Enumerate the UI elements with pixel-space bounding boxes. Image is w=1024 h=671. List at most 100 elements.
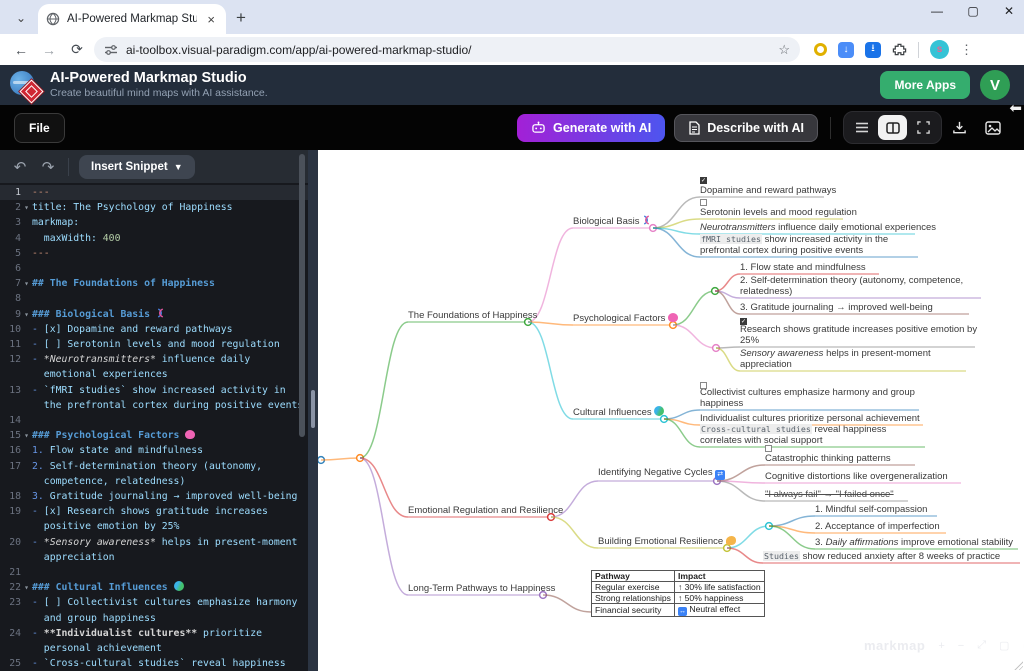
leaf-cognitive-distortions[interactable]: Cognitive distortions like overgeneraliz…: [765, 472, 990, 483]
export-image-button[interactable]: [976, 114, 1010, 142]
editor-line-17[interactable]: 172. Self-determination theory (autonomy…: [0, 459, 308, 489]
frame-icon[interactable]: ▢: [999, 639, 1009, 652]
view-split-button[interactable]: [878, 115, 907, 140]
bookmark-star-icon[interactable]: ☆: [778, 42, 790, 58]
resize-grip[interactable]: [311, 390, 315, 428]
editor-line-24[interactable]: 24- **Individualist cultures** prioritiz…: [0, 626, 308, 656]
leaf-individualist[interactable]: Individualist cultures prioritize person…: [700, 414, 935, 425]
editor-line-21[interactable]: 21: [0, 565, 308, 580]
fold-gutter: [21, 215, 32, 230]
editor-line-2[interactable]: 2▾title: The Psychology of Happiness: [0, 200, 308, 215]
leaf-sensory-awareness[interactable]: Sensory awareness helps in present-momen…: [740, 349, 942, 370]
browser-profile-avatar[interactable]: s: [930, 40, 949, 59]
leaf-studies-anxiety[interactable]: Studies show reduced anxiety after 8 wee…: [763, 551, 1024, 563]
fold-arrow-icon[interactable]: ▾: [21, 200, 32, 215]
back-icon[interactable]: ←: [10, 42, 32, 58]
editor-line-5[interactable]: 5---: [0, 246, 308, 261]
editor-line-10[interactable]: 10- [x] Dopamine and reward pathways: [0, 322, 308, 337]
code-editor[interactable]: 1---2▾title: The Psychology of Happiness…: [0, 183, 308, 671]
leaf-dopamine[interactable]: Dopamine and reward pathways: [700, 186, 900, 197]
leaf-flow-state[interactable]: 1. Flow state and mindfulness: [740, 263, 940, 274]
branch-psychological-factors[interactable]: Psychological Factors: [573, 313, 698, 325]
editor-line-18[interactable]: 183. Gratitude journaling → improved wel…: [0, 489, 308, 504]
branch-biological-basis[interactable]: Biological Basis: [573, 215, 683, 228]
site-settings-icon[interactable]: [104, 43, 118, 57]
leaf-serotonin[interactable]: Serotonin levels and mood regulation: [700, 208, 910, 219]
view-editor-only-button[interactable]: [847, 115, 876, 140]
undo-icon[interactable]: ↶: [10, 158, 30, 176]
leaf-collectivist[interactable]: Collectivist cultures emphasize harmony …: [700, 388, 928, 409]
fold-arrow-icon[interactable]: ▾: [21, 307, 32, 322]
new-tab-button[interactable]: +: [236, 8, 246, 28]
reload-icon[interactable]: ⟳: [66, 41, 88, 58]
extension-ring-icon[interactable]: [814, 43, 827, 56]
tab-close-icon[interactable]: ×: [204, 12, 218, 27]
redo-icon[interactable]: ↷: [38, 158, 58, 176]
url-field[interactable]: ai-toolbox.visual-paradigm.com/app/ai-po…: [94, 37, 800, 62]
extension-download-icon[interactable]: ↓: [838, 42, 854, 58]
editor-line-13[interactable]: 13- `fMRI studies` show increased activi…: [0, 383, 308, 413]
editor-line-3[interactable]: 3markmap:: [0, 215, 308, 230]
leaf-self-compassion[interactable]: 1. Mindful self-compassion: [815, 505, 995, 516]
leaf-gratitude-research[interactable]: Research shows gratitude increases posit…: [740, 325, 978, 346]
browser-tab[interactable]: AI-Powered Markmap Studio ×: [38, 4, 226, 34]
leaf-self-determination[interactable]: 2. Self-determination theory (autonomy, …: [740, 276, 987, 297]
editor-line-19[interactable]: 19- [x] Research shows gratitude increas…: [0, 504, 308, 534]
leaf-daily-affirmations[interactable]: 3. Daily affirmations improve emotional …: [815, 538, 1024, 549]
download-button[interactable]: [942, 114, 976, 142]
window-minimize-button[interactable]: —: [930, 4, 944, 18]
fold-arrow-icon[interactable]: ▾: [21, 276, 32, 291]
branch-negative-cycles[interactable]: Identifying Negative Cycles ⇄: [598, 468, 748, 480]
more-apps-button[interactable]: More Apps: [880, 71, 970, 99]
editor-line-7[interactable]: 7▾## The Foundations of Happiness: [0, 276, 308, 291]
editor-line-6[interactable]: 6: [0, 261, 308, 276]
file-menu-button[interactable]: File: [14, 113, 65, 143]
editor-line-9[interactable]: 9▾### Biological Basis: [0, 307, 308, 322]
editor-line-4[interactable]: 4 maxWidth: 400: [0, 231, 308, 246]
editor-line-22[interactable]: 22▾### Cultural Influences: [0, 580, 308, 595]
window-maximize-button[interactable]: ▢: [966, 4, 980, 18]
view-fullscreen-button[interactable]: [909, 115, 938, 140]
insert-snippet-button[interactable]: Insert Snippet▼: [79, 155, 195, 179]
editor-line-25[interactable]: 25- `Cross-cultural studies` reveal happ…: [0, 656, 308, 671]
generate-with-ai-button[interactable]: Generate with AI: [517, 114, 665, 142]
leaf-fmri[interactable]: fMRI studies show increased activity in …: [700, 234, 926, 256]
mindmap-panel[interactable]: markmap + − ⤢ ▢ ◑ The Foundations of Hap…: [318, 150, 1024, 671]
editor-line-15[interactable]: 15▾### Psychological Factors: [0, 428, 308, 443]
panel-resize-divider[interactable]: [308, 150, 318, 671]
extension-save-icon[interactable]: ⭳: [865, 42, 881, 58]
extensions-puzzle-icon[interactable]: [892, 42, 907, 57]
fit-view-icon[interactable]: ⤢: [977, 639, 986, 652]
editor-line-12[interactable]: 12- *Neurotransmitters* influence daily …: [0, 352, 308, 382]
leaf-always-fail[interactable]: "I always fail" → "I failed once": [765, 490, 980, 501]
zoom-out-icon[interactable]: −: [958, 640, 964, 652]
fold-arrow-icon[interactable]: ▾: [21, 580, 32, 595]
branch-cultural-influences[interactable]: Cultural Influences: [573, 406, 688, 419]
user-avatar[interactable]: V: [980, 70, 1010, 100]
branch-emotional-regulation[interactable]: Emotional Regulation and Resilience: [408, 506, 568, 517]
describe-with-ai-button[interactable]: Describe with AI: [674, 114, 818, 142]
editor-line-8[interactable]: 8: [0, 291, 308, 306]
editor-line-23[interactable]: 23- [ ] Collectivist cultures emphasize …: [0, 595, 308, 625]
editor-line-11[interactable]: 11- [ ] Serotonin levels and mood regula…: [0, 337, 308, 352]
fold-arrow-icon[interactable]: ▾: [21, 428, 32, 443]
window-close-button[interactable]: ✕: [1002, 4, 1016, 18]
markmap-brand[interactable]: markmap: [864, 638, 925, 653]
leaf-gratitude-journaling[interactable]: 3. Gratitude journaling → improved well-…: [740, 303, 980, 314]
zoom-in-icon[interactable]: +: [938, 640, 944, 652]
leaf-catastrophic[interactable]: Catastrophic thinking patterns: [765, 454, 965, 465]
branch-building-resilience[interactable]: Building Emotional Resilience: [598, 536, 753, 548]
leaf-neurotransmitters[interactable]: Neurotransmitters influence daily emotio…: [700, 223, 940, 234]
branch-long-term[interactable]: Long-Term Pathways to Happiness: [408, 584, 563, 595]
editor-line-14[interactable]: 14: [0, 413, 308, 428]
tab-search-chevron-icon[interactable]: ⌄: [8, 5, 34, 31]
leaf-cross-cultural[interactable]: Cross-cultural studies reveal happiness …: [700, 424, 930, 446]
forward-icon[interactable]: →: [38, 42, 60, 58]
leaf-acceptance[interactable]: 2. Acceptance of imperfection: [815, 522, 1000, 533]
browser-menu-icon[interactable]: ⋮: [960, 42, 973, 58]
editor-line-20[interactable]: 20- *Sensory awareness* helps in present…: [0, 535, 308, 565]
editor-scrollbar[interactable]: [299, 154, 305, 437]
branch-foundations[interactable]: The Foundations of Happiness: [408, 311, 553, 322]
editor-line-1[interactable]: 1---: [0, 185, 308, 200]
editor-line-16[interactable]: 161. Flow state and mindfulness: [0, 443, 308, 458]
